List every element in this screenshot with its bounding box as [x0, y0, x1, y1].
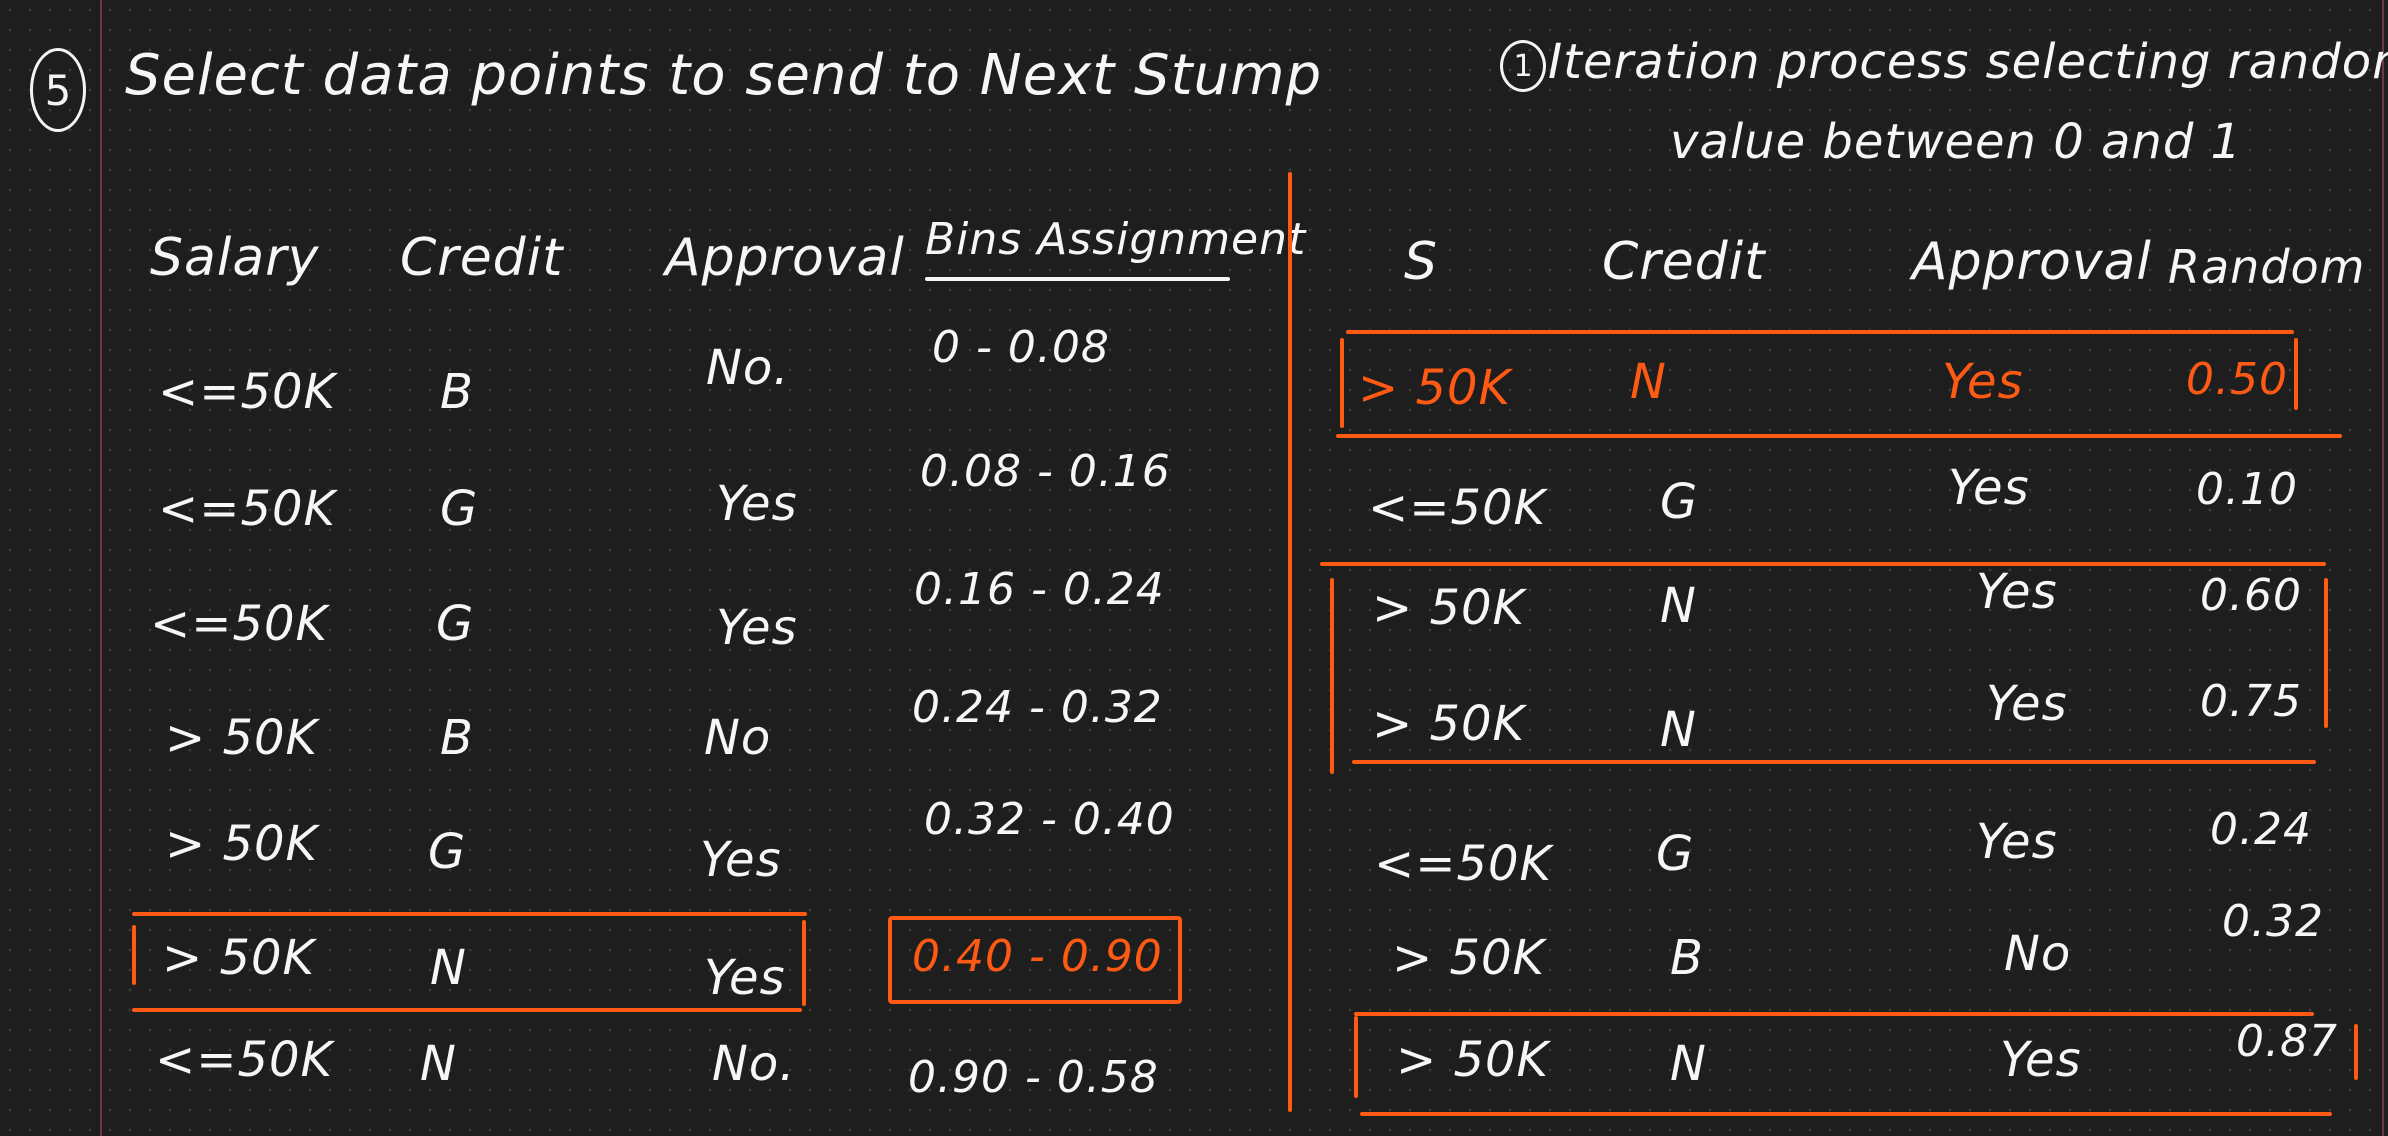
- right-row-1-salary: > 50K: [1358, 360, 1512, 416]
- step-number-label: 5: [44, 65, 72, 115]
- left-row-7-salary: <=50K: [155, 1032, 333, 1088]
- left-highlight-left-bracket: [132, 925, 136, 985]
- whiteboard-canvas: 5 Select data points to send to Next Stu…: [0, 0, 2388, 1136]
- right-row-3-approval: Yes: [1976, 564, 2058, 620]
- right-row-5-random: 0.24: [2210, 804, 2312, 855]
- right-row-4-credit: N: [1660, 702, 1697, 758]
- left-row-1-bin: 0 - 0.08: [932, 322, 1110, 373]
- right-group-right-bracket: [2324, 578, 2328, 728]
- left-row-7-approval: No.: [712, 1036, 796, 1092]
- left-title: Select data points to send to Next Stump: [125, 43, 1323, 108]
- right-title-line-2: value between 0 and 1: [1670, 114, 2243, 170]
- right-row-7-right-bracket: [2354, 1024, 2358, 1080]
- left-highlight-bottom-line: [132, 1008, 802, 1012]
- left-row-2-bin: 0.08 - 0.16: [920, 446, 1171, 497]
- right-row-7-credit: N: [1670, 1036, 1707, 1092]
- right-title-line-1: Iteration process selecting random: [1548, 34, 2388, 90]
- left-row-4-credit: B: [440, 710, 474, 766]
- right-row-3-random: 0.60: [2200, 570, 2302, 621]
- right-row-1-bottom-line: [1336, 434, 2342, 438]
- left-row-4-approval: No: [704, 710, 772, 766]
- right-row-6-random: 0.32: [2222, 896, 2324, 947]
- left-highlight-top-line: [132, 912, 807, 916]
- left-row-6-salary: > 50K: [162, 930, 316, 986]
- right-row-6-salary: > 50K: [1392, 930, 1546, 986]
- right-row-6-approval: No: [2004, 926, 2072, 982]
- left-row-1-credit: B: [440, 364, 474, 420]
- right-row-1-random: 0.50: [2186, 354, 2288, 405]
- right-row-3-credit: N: [1660, 578, 1697, 634]
- header-credit: Credit: [400, 228, 564, 288]
- right-row-1-top-line: [1346, 330, 2294, 334]
- header-bins-assignment: Bins Assignment: [925, 214, 1307, 265]
- right-group-left-bracket: [1330, 578, 1334, 774]
- header-salary: Salary: [150, 228, 320, 288]
- right-row-7-bottom-line: [1360, 1112, 2332, 1116]
- right-row-7-left-bracket: [1354, 1016, 1358, 1098]
- right-row-3-salary: > 50K: [1372, 580, 1526, 636]
- left-highlight-right-bracket: [802, 920, 806, 1006]
- right-row-6-credit: B: [1670, 930, 1704, 986]
- right-row-4-random: 0.75: [2200, 676, 2302, 727]
- bins-header-underline: [925, 277, 1230, 281]
- left-row-2-salary: <=50K: [158, 481, 336, 537]
- right-row-5-salary: <=50K: [1374, 836, 1552, 892]
- right-header-credit: Credit: [1602, 232, 1766, 292]
- margin-line: [100, 0, 102, 1136]
- margin-line-right: [2382, 0, 2384, 1136]
- left-row-5-salary: > 50K: [165, 816, 319, 872]
- right-row-5-credit: G: [1656, 826, 1695, 882]
- left-row-6-bin: 0.40 - 0.90: [912, 931, 1163, 982]
- left-row-6-approval: Yes: [704, 950, 786, 1006]
- left-row-6-credit: N: [430, 940, 467, 996]
- left-row-4-bin: 0.24 - 0.32: [912, 682, 1163, 733]
- left-row-5-credit: G: [428, 824, 467, 880]
- right-row-4-salary: > 50K: [1372, 696, 1526, 752]
- left-row-2-approval: Yes: [716, 476, 798, 532]
- right-step-number-badge: 1: [1500, 40, 1546, 92]
- left-row-1-approval: No.: [706, 340, 790, 396]
- right-header-salary: S: [1404, 232, 1439, 292]
- left-row-7-credit: N: [420, 1036, 457, 1092]
- right-row-1-left-bracket: [1340, 338, 1344, 428]
- header-approval: Approval: [665, 228, 905, 288]
- left-row-5-approval: Yes: [700, 832, 782, 888]
- left-row-4-salary: > 50K: [165, 710, 319, 766]
- left-row-3-approval: Yes: [716, 600, 798, 656]
- right-group-top-line: [1320, 562, 2326, 566]
- right-group-bottom-line: [1352, 760, 2316, 764]
- right-row-7-approval: Yes: [2000, 1032, 2082, 1088]
- right-row-1-right-bracket: [2294, 338, 2298, 410]
- right-row-2-approval: Yes: [1948, 460, 2030, 516]
- section-divider: [1288, 172, 1292, 1112]
- right-header-random: Random: [2168, 240, 2366, 294]
- step-number-badge: 5: [30, 48, 86, 132]
- left-row-7-bin: 0.90 - 0.58: [908, 1052, 1159, 1103]
- right-row-7-random: 0.87: [2236, 1016, 2338, 1067]
- right-header-approval: Approval: [1912, 232, 2152, 292]
- right-row-1-credit: N: [1630, 354, 1667, 410]
- right-step-number-label: 1: [1513, 48, 1533, 84]
- left-row-3-credit: G: [436, 596, 475, 652]
- left-row-3-bin: 0.16 - 0.24: [914, 564, 1165, 615]
- left-row-1-salary: <=50K: [158, 364, 336, 420]
- right-row-2-random: 0.10: [2196, 464, 2298, 515]
- left-row-3-salary: <=50K: [150, 596, 328, 652]
- right-row-4-approval: Yes: [1986, 676, 2068, 732]
- right-row-7-top-line: [1354, 1012, 2314, 1016]
- right-row-2-salary: <=50K: [1368, 480, 1546, 536]
- left-row-5-bin: 0.32 - 0.40: [924, 794, 1175, 845]
- right-row-7-salary: > 50K: [1396, 1032, 1550, 1088]
- right-row-1-approval: Yes: [1942, 354, 2024, 410]
- right-row-5-approval: Yes: [1976, 814, 2058, 870]
- left-row-2-credit: G: [440, 481, 479, 537]
- right-row-2-credit: G: [1660, 474, 1699, 530]
